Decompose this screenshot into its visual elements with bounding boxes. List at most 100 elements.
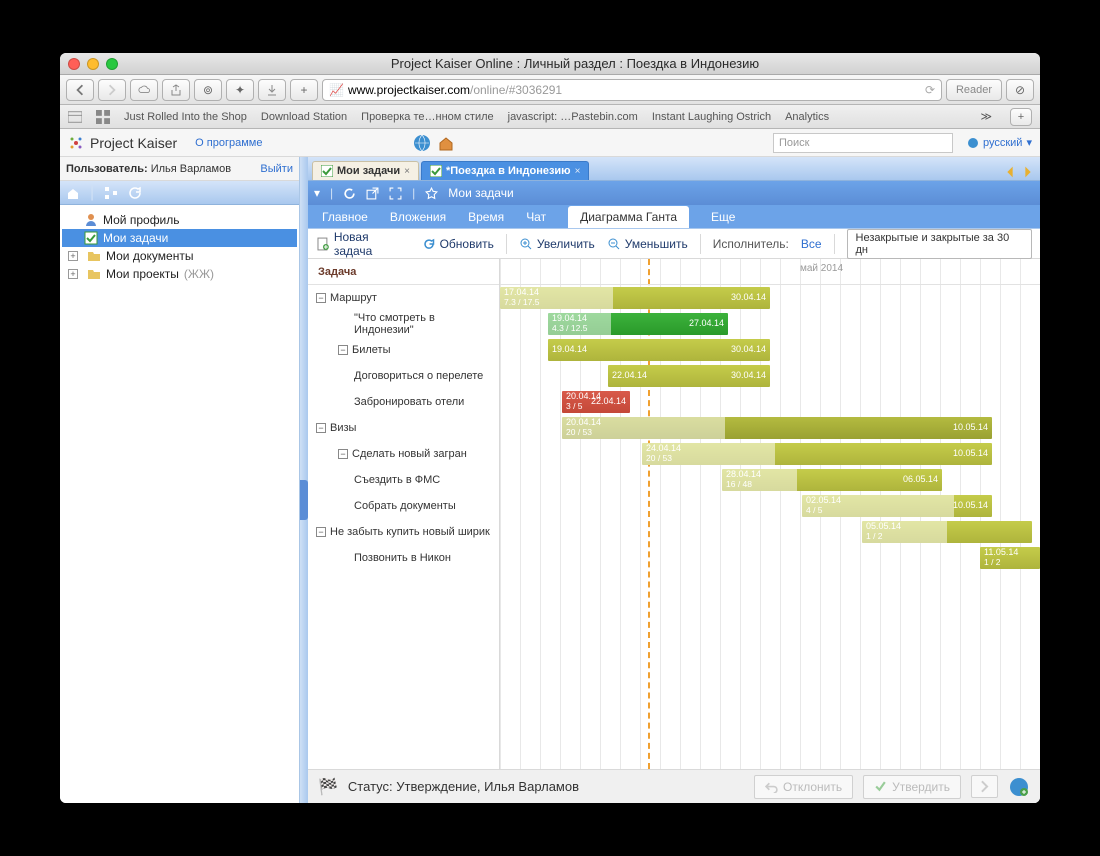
view-tab-more[interactable]: Еще xyxy=(711,210,735,224)
gantt-bar[interactable]: 22.04.1430.04.14 xyxy=(608,365,770,387)
star-icon[interactable] xyxy=(425,187,438,200)
icloud-button[interactable] xyxy=(130,79,158,101)
gantt-task-row[interactable]: Съездить в ФМС xyxy=(308,467,499,493)
tree-item-profile[interactable]: Мой профиль xyxy=(62,211,297,229)
new-tab-button[interactable]: + xyxy=(1010,108,1032,126)
collapse-icon[interactable]: − xyxy=(338,345,348,355)
view-tab-main[interactable]: Главное xyxy=(322,210,368,224)
reader-button[interactable]: Reader xyxy=(946,79,1002,101)
reload-icon[interactable]: ⟳ xyxy=(925,83,935,97)
new-task-button[interactable]: Новая задача xyxy=(316,230,410,258)
bookmark-item[interactable]: Instant Laughing Ostrich xyxy=(652,111,771,123)
close-window-button[interactable] xyxy=(68,58,80,70)
back-button[interactable] xyxy=(66,79,94,101)
bookmark-item[interactable]: Just Rolled Into the Shop xyxy=(124,111,247,123)
close-icon[interactable]: × xyxy=(404,166,410,177)
tab-prev-icon[interactable] xyxy=(1002,164,1018,180)
tab-my-tasks[interactable]: Мои задачи × xyxy=(312,161,419,180)
refresh-icon[interactable] xyxy=(128,186,142,200)
downloads-button[interactable] xyxy=(258,79,286,101)
globe-share-icon[interactable] xyxy=(1008,776,1030,798)
gantt-bar[interactable]: 20.04.1420 / 5310.05.14 xyxy=(562,417,992,439)
logout-link[interactable]: Выйти xyxy=(260,163,293,175)
gantt-bar[interactable]: 17.04.147.3 / 17.530.04.14 xyxy=(500,287,770,309)
collapse-icon[interactable]: − xyxy=(316,293,326,303)
splitter[interactable] xyxy=(300,157,308,803)
extension-1-button[interactable]: ⊚ xyxy=(194,79,222,101)
bookmark-item[interactable]: Download Station xyxy=(261,111,347,123)
tree-item-projects[interactable]: + Мои проекты (ЖЖ) xyxy=(62,265,297,283)
refresh-button[interactable]: Обновить xyxy=(422,237,494,251)
extension-2-button[interactable]: ✦ xyxy=(226,79,254,101)
gantt-task-row[interactable]: Договориться о перелете xyxy=(308,363,499,389)
tree-item-tasks[interactable]: Мои задачи xyxy=(62,229,297,247)
tree-icon[interactable] xyxy=(104,186,118,200)
bookmark-item[interactable]: Analytics xyxy=(785,111,829,123)
home-icon[interactable] xyxy=(436,133,456,153)
gantt-bar[interactable]: 11.05.141 / 2 xyxy=(980,547,1040,569)
dropdown-icon[interactable]: ▾ xyxy=(314,186,320,200)
refresh-icon[interactable] xyxy=(343,187,356,200)
collapse-icon[interactable]: − xyxy=(316,423,326,433)
gantt-bar[interactable]: 19.04.144.3 / 12.527.04.14 xyxy=(548,313,728,335)
view-tab-chat[interactable]: Чат xyxy=(526,210,546,224)
gantt-task-row[interactable]: Забронировать отели xyxy=(308,389,499,415)
topsites-icon[interactable] xyxy=(96,110,110,124)
bookmark-item[interactable]: javascript: …Pastebin.com xyxy=(508,111,638,123)
tab-indonesia-trip[interactable]: *Поездка в Индонезию × xyxy=(421,161,589,180)
gantt-task-row[interactable]: −Визы xyxy=(308,415,499,441)
app-logo[interactable]: Project Kaiser xyxy=(68,135,177,151)
globe-icon[interactable] xyxy=(412,133,432,153)
bookmarks-more-icon[interactable]: ≫ xyxy=(980,110,992,123)
zoom-window-button[interactable] xyxy=(106,58,118,70)
bookmarks-icon[interactable] xyxy=(68,110,82,124)
zoom-out-button[interactable]: Уменьшить xyxy=(607,237,688,251)
forward-button[interactable] xyxy=(98,79,126,101)
gantt-bar[interactable]: 05.05.141 / 2 xyxy=(862,521,1032,543)
gantt-bar[interactable]: 02.05.144 / 510.05.14 xyxy=(802,495,992,517)
close-icon[interactable]: × xyxy=(575,166,581,177)
expand-icon[interactable] xyxy=(389,187,402,200)
splitter-handle-icon[interactable] xyxy=(300,480,308,520)
tab-next-icon[interactable] xyxy=(1020,164,1036,180)
gantt-task-row[interactable]: −Сделать новый загран xyxy=(308,441,499,467)
view-tab-time[interactable]: Время xyxy=(468,210,504,224)
gantt-task-row[interactable]: Собрать документы xyxy=(308,493,499,519)
popout-icon[interactable] xyxy=(366,187,379,200)
breadcrumb[interactable]: Мои задачи xyxy=(448,186,513,200)
view-tab-attachments[interactable]: Вложения xyxy=(390,210,446,224)
zoom-in-button[interactable]: Увеличить xyxy=(519,237,595,251)
collapse-icon[interactable]: − xyxy=(316,527,326,537)
filter-combo[interactable]: Незакрытые и закрытые за 30 дн xyxy=(847,229,1032,259)
gantt-bar[interactable]: 20.04.143 / 522.04.14 xyxy=(562,391,630,413)
view-tab-gantt[interactable]: Диаграмма Ганта xyxy=(568,206,689,228)
gantt-bar[interactable]: 28.04.1416 / 4806.05.14 xyxy=(722,469,942,491)
gantt-task-row[interactable]: −Не забыть купить новый ширик xyxy=(308,519,499,545)
about-link[interactable]: О программе xyxy=(195,137,262,149)
home-icon[interactable] xyxy=(66,186,80,200)
assignee-value[interactable]: Все xyxy=(801,237,822,251)
url-bar[interactable]: 📈 www.projectkaiser.com /online/#3036291… xyxy=(322,79,942,101)
add-button[interactable]: + xyxy=(290,79,318,101)
search-input[interactable]: Поиск xyxy=(773,133,953,153)
extension-3-button[interactable]: ⊘ xyxy=(1006,79,1034,101)
gantt-task-row[interactable]: −Маршрут xyxy=(308,285,499,311)
share-button[interactable] xyxy=(162,79,190,101)
gantt-task-row[interactable]: Позвонить в Никон xyxy=(308,545,499,571)
expand-icon[interactable]: + xyxy=(68,251,78,261)
language-selector[interactable]: русский ▾ xyxy=(967,136,1032,149)
collapse-icon[interactable]: − xyxy=(338,449,348,459)
next-step-button[interactable] xyxy=(971,775,998,798)
minimize-window-button[interactable] xyxy=(87,58,99,70)
approve-button[interactable]: Утвердить xyxy=(863,775,961,799)
gantt-timeline[interactable]: май 2014 17.04.147.3 / 17.530.04.1419.04… xyxy=(500,259,1040,769)
gantt-task-row[interactable]: −Билеты xyxy=(308,337,499,363)
tree-item-documents[interactable]: + Мои документы xyxy=(62,247,297,265)
bookmark-item[interactable]: Проверка те…нном стиле xyxy=(361,111,493,123)
bar-end-date: 30.04.14 xyxy=(731,345,766,355)
expand-icon[interactable]: + xyxy=(68,269,78,279)
reject-button[interactable]: Отклонить xyxy=(754,775,853,799)
gantt-task-row[interactable]: "Что смотреть в Индонезии" xyxy=(308,311,499,337)
gantt-bar[interactable]: 24.04.1420 / 5310.05.14 xyxy=(642,443,992,465)
gantt-bar[interactable]: 19.04.1430.04.14 xyxy=(548,339,770,361)
